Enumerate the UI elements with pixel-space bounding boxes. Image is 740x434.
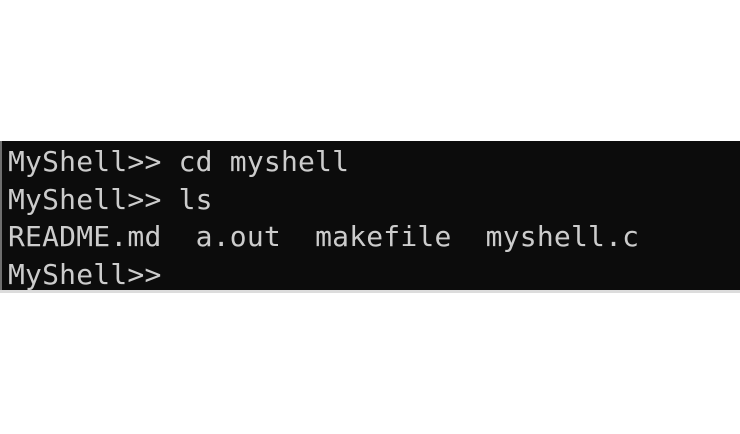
ls-output-line: README.md a.out makefile myshell.c xyxy=(8,218,740,256)
terminal-input-line[interactable]: MyShell>> xyxy=(8,256,740,294)
file-entry-a-out: a.out xyxy=(195,220,281,253)
terminal-window[interactable]: MyShell>> cd myshell MyShell>> ls README… xyxy=(0,141,740,291)
file-entry-myshell-c: myshell.c xyxy=(485,220,640,253)
window-bottom-edge xyxy=(0,290,740,293)
file-entry-readme: README.md xyxy=(8,220,162,253)
shell-prompt: MyShell>> xyxy=(8,257,162,291)
command-text: ls xyxy=(178,182,213,216)
shell-prompt: MyShell>> xyxy=(8,145,162,178)
shell-prompt: MyShell>> xyxy=(8,182,162,216)
file-entry-makefile: makefile xyxy=(315,220,452,253)
command-text: cd myshell xyxy=(178,145,350,178)
terminal-line-1: MyShell>> cd myshell xyxy=(8,143,740,181)
terminal-line-2: MyShell>> ls xyxy=(8,181,740,219)
